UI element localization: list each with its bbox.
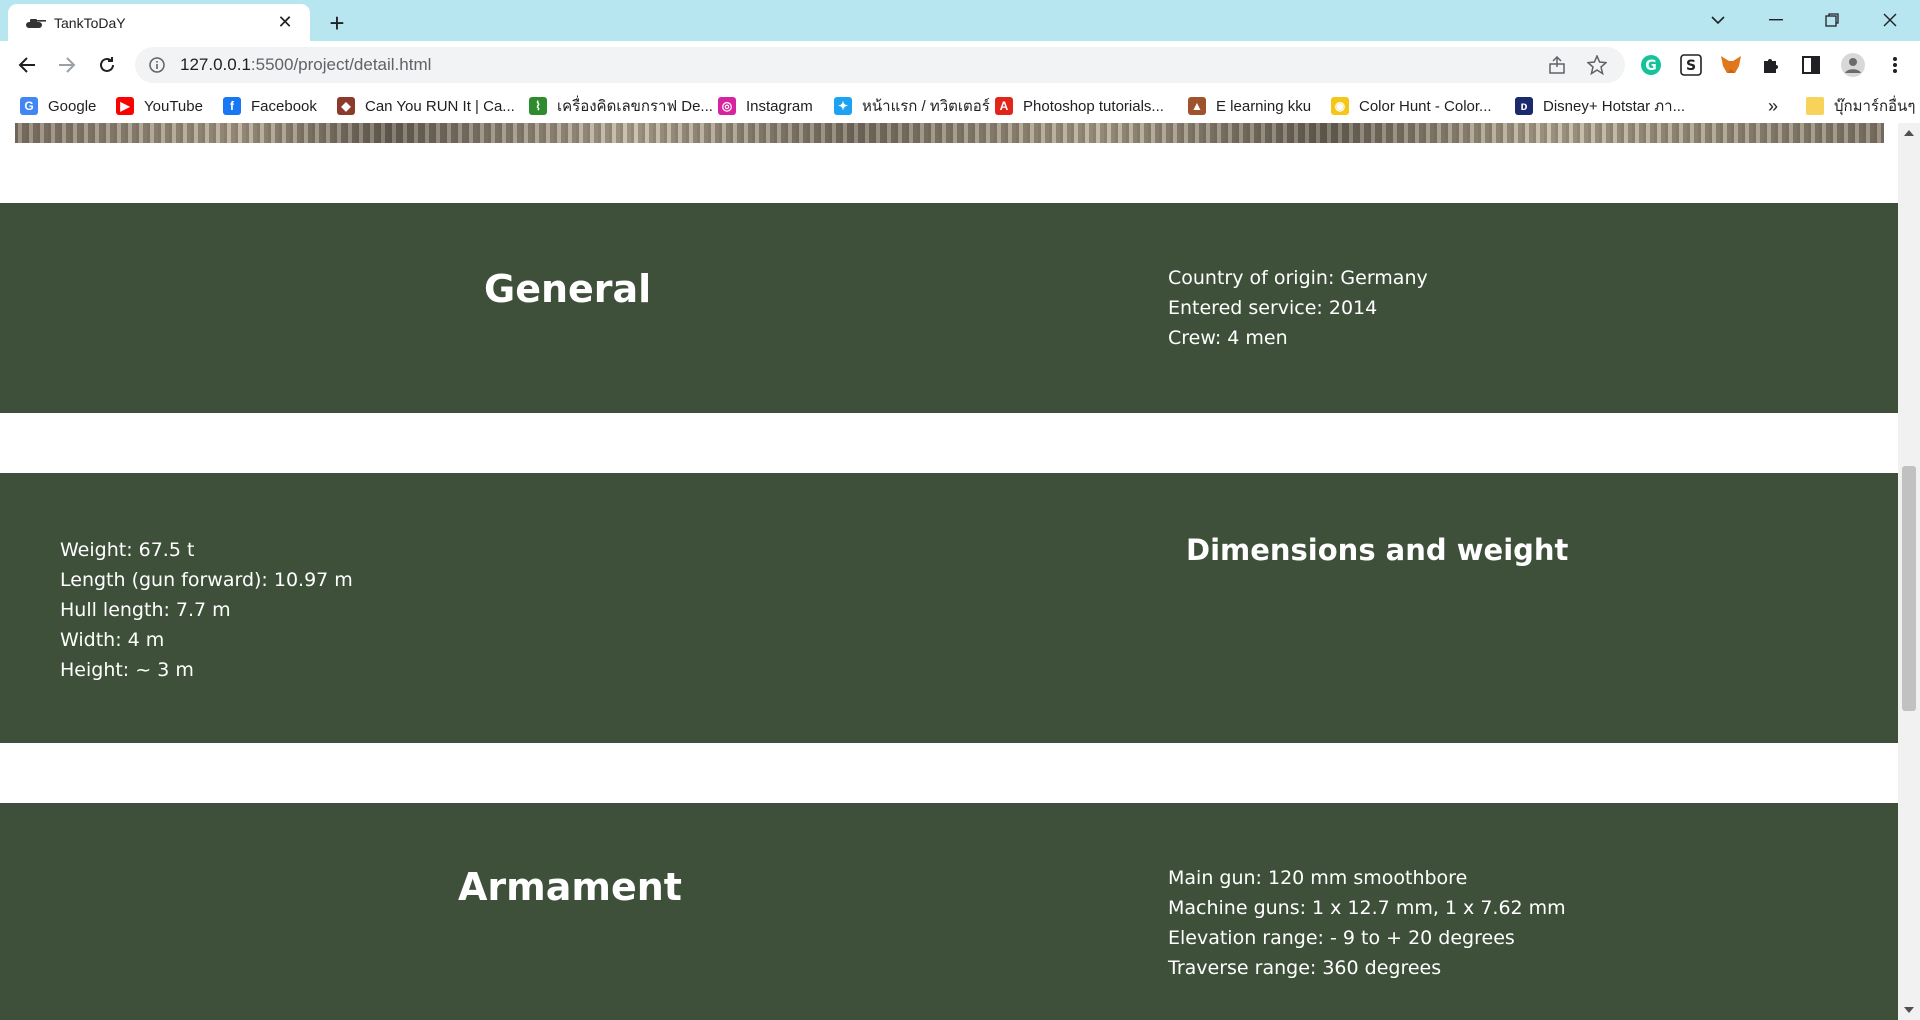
metamask-fox-icon[interactable] [1718, 52, 1744, 78]
scrollbar-thumb[interactable] [1902, 466, 1916, 711]
kku-icon: ▲ [1188, 97, 1206, 115]
disneyhotstar-icon: ᴅ [1515, 97, 1533, 115]
armament-item: Machine guns: 1 x 12.7 mm, 1 x 7.62 mm [1168, 897, 1566, 919]
bookmark-label: เครื่องคิดเลขกราฟ De... [557, 98, 713, 115]
extensions-puzzle-icon[interactable] [1758, 52, 1784, 78]
tank-icon [24, 15, 48, 31]
armament-title: Armament [458, 865, 682, 909]
reload-button[interactable] [91, 49, 123, 81]
bookmark-label: Photoshop tutorials... [1023, 97, 1164, 115]
bookmark-item[interactable]: f Facebook [223, 95, 317, 117]
general-item: Entered service: 2014 [1168, 297, 1378, 319]
general-list: Country of origin: Germany Entered servi… [1168, 263, 1428, 353]
svg-text:G: G [1645, 58, 1657, 74]
bookmark-item[interactable]: ◆ Can You RUN It | Ca... [337, 95, 515, 117]
browser-menu-icon[interactable] [1882, 52, 1908, 78]
bookmark-item[interactable]: ⌇ เครื่องคิดเลขกราฟ De... [529, 95, 713, 117]
dimensions-item: Length (gun forward): 10.97 m [60, 569, 353, 591]
general-item: Country of origin: Germany [1168, 267, 1428, 289]
bookmark-label: Instagram [746, 97, 813, 115]
dimensions-list: Weight: 67.5 t Length (gun forward): 10.… [60, 535, 353, 685]
bookmark-item[interactable]: ▲ E learning kku [1188, 95, 1311, 117]
dimensions-item: Hull length: 7.7 m [60, 599, 231, 621]
tab-strip: TankToDaY ✕ + [0, 0, 1920, 41]
canyourunit-icon: ◆ [337, 97, 355, 115]
dimensions-title: Dimensions and weight [1186, 533, 1569, 567]
bookmark-item[interactable]: ✦ หน้าแรก / ทวิตเตอร์ [834, 95, 990, 117]
bookmark-item[interactable]: ᴅ Disney+ Hotstar ภา... [1515, 95, 1685, 117]
dimensions-item: Height: ~ 3 m [60, 659, 194, 681]
armament-item: Main gun: 120 mm smoothbore [1168, 867, 1468, 889]
bookmark-star-icon[interactable] [1587, 55, 1607, 75]
bookmark-label: Disney+ Hotstar ภา... [1543, 98, 1686, 115]
side-panel-icon[interactable] [1798, 52, 1824, 78]
google-icon: G [20, 97, 38, 115]
bookmark-item[interactable]: G Google [20, 95, 96, 117]
page-scrollbar[interactable] [1898, 123, 1920, 1020]
browser-tab[interactable]: TankToDaY ✕ [8, 4, 310, 41]
bookmark-label: Google [48, 97, 97, 115]
share-icon[interactable] [1547, 55, 1567, 75]
other-bookmarks-label: บุ๊กมาร์กอื่นๆ [1834, 98, 1916, 115]
bookmark-item[interactable]: ▶ YouTube [116, 95, 203, 117]
grammarly-icon[interactable]: G [1638, 52, 1664, 78]
dimensions-section: Weight: 67.5 t Length (gun forward): 10.… [0, 473, 1898, 743]
youtube-icon: ▶ [116, 97, 134, 115]
instagram-icon: ◎ [718, 97, 736, 115]
svg-text:S: S [1686, 58, 1696, 74]
armament-list: Main gun: 120 mm smoothbore Machine guns… [1168, 863, 1566, 983]
bookmark-label: Facebook [251, 97, 317, 115]
tab-search-icon[interactable] [1690, 0, 1746, 40]
site-info-icon[interactable] [148, 56, 166, 74]
profile-avatar[interactable] [1840, 52, 1866, 78]
url-text: 127.0.0.1:5500/project/detail.html [180, 55, 432, 74]
general-section: General Country of origin: Germany Enter… [0, 203, 1898, 413]
desmos-icon: ⌇ [529, 97, 547, 115]
general-title: General [484, 267, 652, 311]
bookmark-label: E learning kku [1216, 97, 1312, 115]
bookmark-label: หน้าแรก / ทวิตเตอร์ [862, 98, 990, 115]
scroll-down-icon[interactable] [1898, 1002, 1920, 1018]
address-bar[interactable]: 127.0.0.1:5500/project/detail.html [135, 47, 1625, 83]
browser-toolbar: 127.0.0.1:5500/project/detail.html G S [0, 41, 1920, 89]
facebook-icon: f [223, 97, 241, 115]
bookmark-item[interactable]: A Photoshop tutorials... [995, 95, 1164, 117]
armament-section: Armament Main gun: 120 mm smoothbore Mac… [0, 803, 1898, 1020]
close-tab-icon[interactable]: ✕ [274, 12, 296, 34]
other-bookmarks-folder[interactable]: บุ๊กมาร์กอื่นๆ [1806, 95, 1915, 117]
bookmark-label: Color Hunt - Color... [1359, 97, 1492, 115]
folder-icon [1806, 97, 1824, 115]
page-viewport: General Country of origin: Germany Enter… [0, 123, 1920, 1020]
tab-title: TankToDaY [54, 14, 126, 31]
general-item: Crew: 4 men [1168, 327, 1288, 349]
minimize-button[interactable] [1748, 0, 1804, 40]
bookmark-item[interactable]: ◉ Color Hunt - Color... [1331, 95, 1492, 117]
bookmark-label: YouTube [144, 97, 203, 115]
s-extension-icon[interactable]: S [1678, 52, 1704, 78]
twitter-icon: ✦ [834, 97, 852, 115]
hero-image [15, 123, 1884, 143]
forward-button[interactable] [51, 49, 83, 81]
armament-item: Elevation range: - 9 to + 20 degrees [1168, 927, 1515, 949]
bookmark-label: Can You RUN It | Ca... [365, 97, 515, 115]
bookmarks-bar: » บุ๊กมาร์กอื่นๆ G Google ▶ YouTube f Faceboo… [0, 89, 1920, 123]
close-window-button[interactable] [1862, 0, 1918, 40]
scroll-up-icon[interactable] [1898, 125, 1920, 141]
restore-button[interactable] [1804, 0, 1860, 40]
bookmark-item[interactable]: ◎ Instagram [718, 95, 813, 117]
new-tab-button[interactable]: + [322, 8, 352, 38]
armament-item: Traverse range: 360 degrees [1168, 957, 1442, 979]
back-button[interactable] [11, 49, 43, 81]
colorhunt-icon: ◉ [1331, 97, 1349, 115]
bookmarks-overflow-button[interactable]: » [1768, 95, 1778, 117]
adobe-icon: A [995, 97, 1013, 115]
dimensions-item: Width: 4 m [60, 629, 165, 651]
dimensions-item: Weight: 67.5 t [60, 539, 195, 561]
